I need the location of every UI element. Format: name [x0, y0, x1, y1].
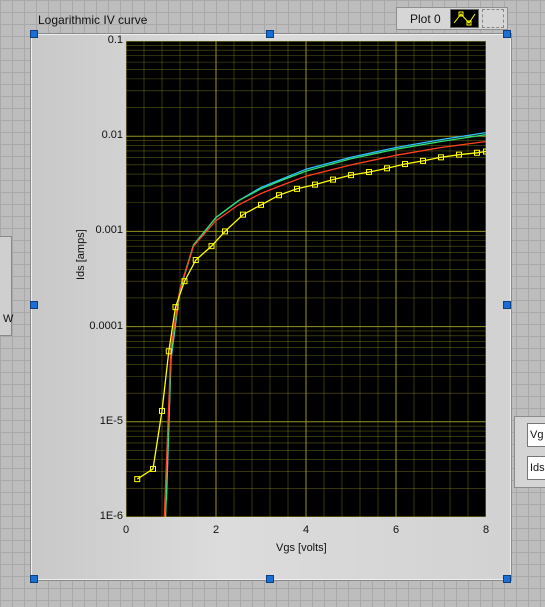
plot-svg — [125, 40, 489, 518]
resize-handle-bottom-right[interactable] — [503, 575, 511, 583]
resize-handle-bottom-left[interactable] — [30, 575, 38, 583]
y-tick-label: 0.01 — [101, 129, 123, 142]
y-tick-label: 1E-5 — [99, 414, 123, 427]
plot-legend-name: Plot 0 — [410, 11, 441, 26]
series-line-1 — [136, 150, 487, 480]
plot-legend-dropdown[interactable] — [482, 9, 504, 28]
x-tick-label: 2 — [213, 524, 220, 536]
y-axis-label: Ids [amps] — [75, 229, 87, 280]
x-axis-label: Vgs [volts] — [276, 542, 327, 554]
left-control-label: W — [3, 313, 14, 325]
resize-handle-bottom[interactable] — [266, 575, 274, 583]
ids-indicator[interactable]: Ids — [527, 456, 545, 480]
plot-legend[interactable]: Plot 0 — [396, 7, 508, 30]
graph-title: Logarithmic IV curve — [38, 13, 148, 27]
resize-handle-top-left[interactable] — [30, 30, 38, 38]
series-line-2 — [163, 140, 487, 518]
vg-indicator[interactable]: Vg — [527, 423, 545, 447]
resize-handle-top[interactable] — [266, 30, 274, 38]
x-tick-label: 0 — [123, 524, 130, 536]
x-tick-label: 8 — [483, 524, 490, 536]
resize-handle-top-right[interactable] — [503, 30, 511, 38]
y-tick-label: 0.0001 — [89, 319, 123, 332]
series-line-4 — [165, 131, 487, 501]
plot-style-icon[interactable] — [450, 9, 479, 28]
resize-handle-right[interactable] — [503, 301, 511, 309]
y-tick-label: 0.1 — [107, 34, 123, 46]
y-tick-label: 0.001 — [95, 224, 123, 237]
vg-indicator-label: Vg — [530, 429, 544, 441]
ids-indicator-label: Ids — [530, 462, 545, 474]
resize-handle-left[interactable] — [30, 301, 38, 309]
x-tick-label: 6 — [393, 524, 400, 536]
plot-area[interactable] — [125, 40, 489, 518]
x-tick-label: 4 — [303, 524, 310, 536]
y-tick-label: 1E-6 — [99, 510, 123, 522]
